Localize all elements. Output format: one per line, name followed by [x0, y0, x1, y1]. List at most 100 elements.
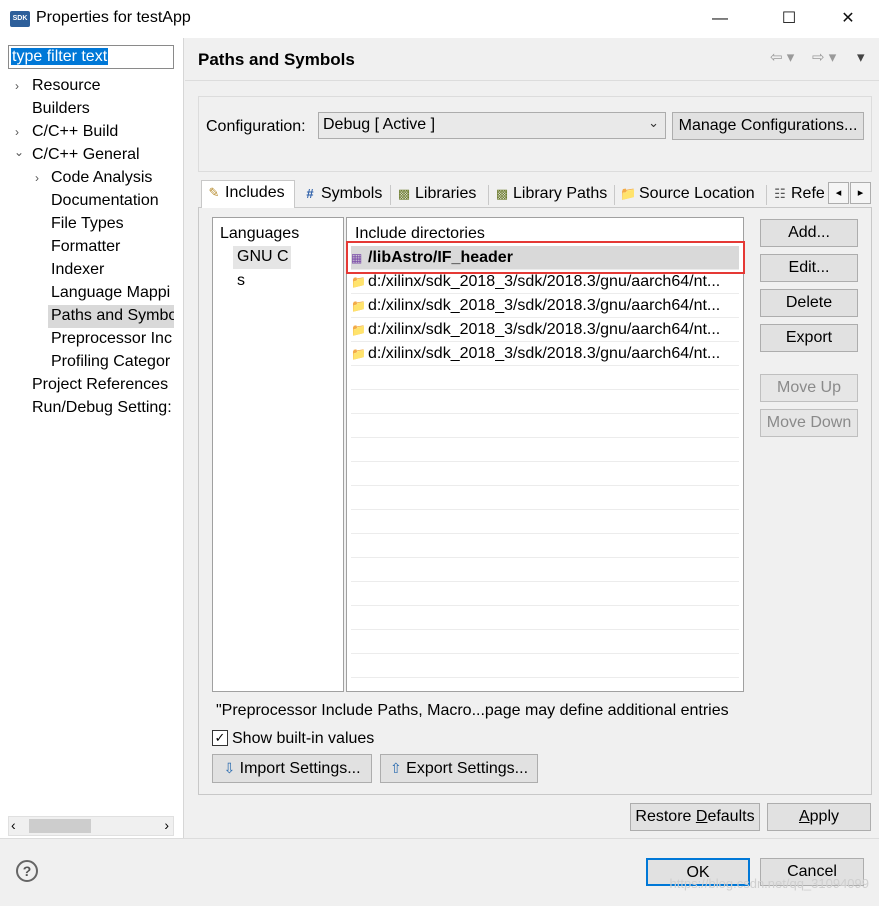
import-icon: ⇩ [223, 760, 236, 776]
tree-item-file-types[interactable]: File Types [51, 213, 124, 236]
tab-libraries[interactable]: ▩ Libraries [392, 182, 488, 207]
library-paths-icon: ▩ [495, 186, 509, 201]
tree-item-cpp-general[interactable]: C/C++ General [32, 144, 140, 167]
tree-item-profiling[interactable]: Profiling Categor [51, 351, 174, 374]
minimize-button[interactable]: — [697, 0, 743, 38]
tab-separator [614, 185, 615, 205]
tab-label: Libraries [415, 185, 477, 202]
delete-button[interactable]: Delete [760, 289, 858, 317]
includes-icon: ✎ [208, 185, 220, 200]
chevron-right-icon[interactable]: › [15, 75, 19, 97]
close-button[interactable]: ✕ [825, 0, 871, 38]
languages-list[interactable] [212, 217, 344, 692]
folder-icon: 📁 [351, 347, 366, 361]
import-settings-button[interactable]: ⇩ Import Settings... [212, 754, 372, 783]
tab-scroll-right-button[interactable]: ▸ [850, 182, 871, 204]
empty-row [351, 390, 739, 414]
move-up-button[interactable]: Move Up [760, 374, 858, 402]
tab-separator [390, 185, 391, 205]
apply-mnemonic: A [798, 808, 810, 825]
tree-item-resource[interactable]: Resource [32, 75, 100, 98]
language-item-gnu-c[interactable]: GNU C [233, 246, 291, 269]
scroll-left-icon[interactable]: ‹ [11, 817, 16, 834]
preprocessor-note: "Preprocessor Include Paths, Macro...pag… [216, 702, 729, 719]
language-item-s[interactable]: s [237, 272, 245, 290]
include-path: d:/xilinx/sdk_2018_3/sdk/2018.3/gnu/aarc… [368, 273, 721, 290]
empty-row [351, 486, 739, 510]
tab-label: Refe [791, 185, 825, 202]
tab-scroll-left-button[interactable]: ◂ [828, 182, 849, 204]
scroll-right-icon[interactable]: › [164, 817, 169, 834]
tab-label: Library Paths [513, 185, 608, 202]
tree-item-indexer[interactable]: Indexer [51, 259, 104, 282]
export-settings-button[interactable]: ⇧ Export Settings... [380, 754, 538, 783]
help-icon[interactable]: ? [16, 860, 38, 882]
include-row[interactable]: 📁 d:/xilinx/sdk_2018_3/sdk/2018.3/gnu/aar… [351, 342, 739, 366]
empty-row [351, 582, 739, 606]
chevron-down-icon[interactable]: ⌄ [14, 141, 24, 163]
nav-horizontal-scrollbar[interactable]: ‹ › [8, 816, 174, 836]
tab-library-paths[interactable]: ▩ Library Paths [490, 182, 614, 207]
tree-item-project-references[interactable]: Project References [32, 374, 174, 397]
chevron-right-icon[interactable]: › [35, 167, 39, 189]
tree-item-paths-and-symbols[interactable]: Paths and Symbo [48, 305, 174, 328]
tab-source-location[interactable]: 📁 Source Location [616, 182, 766, 207]
tree-item-code-analysis[interactable]: Code Analysis [51, 167, 152, 190]
move-down-button[interactable]: Move Down [760, 409, 858, 437]
restore-defaults-label-rest: efaults [707, 808, 755, 825]
empty-row [351, 606, 739, 630]
tab-label: Source Location [639, 185, 755, 202]
configuration-select[interactable]: Debug [ Active ] ⌄ [318, 112, 666, 139]
tab-label: Symbols [321, 185, 383, 202]
libraries-icon: ▩ [397, 186, 411, 201]
show-builtin-label: Show built-in values [232, 730, 375, 747]
tree-item-documentation[interactable]: Documentation [51, 190, 159, 213]
tree-item-formatter[interactable]: Formatter [51, 236, 120, 259]
header-divider [185, 80, 879, 81]
empty-row [351, 438, 739, 462]
restore-defaults-button[interactable]: Restore Defaults [630, 803, 760, 831]
empty-row [351, 654, 739, 678]
empty-row [351, 510, 739, 534]
show-builtin-checkbox[interactable]: ✓ [212, 730, 228, 746]
scrollbar-thumb[interactable] [29, 819, 91, 833]
include-path: d:/xilinx/sdk_2018_3/sdk/2018.3/gnu/aarc… [368, 345, 721, 362]
apply-button[interactable]: Apply [767, 803, 871, 831]
restore-defaults-mnemonic: D [695, 808, 708, 825]
include-directories-list[interactable]: Include directories ▦/libAstro/IF_header… [346, 217, 744, 692]
include-row[interactable]: 📁 d:/xilinx/sdk_2018_3/sdk/2018.3/gnu/aar… [351, 294, 739, 318]
watermark-text: https://blog.csdn.net/qq_31094099 [669, 876, 870, 891]
tree-item-builders[interactable]: Builders [32, 98, 90, 121]
annotation-highlight-box [346, 241, 745, 274]
empty-row [351, 630, 739, 654]
restore-defaults-label: Restore [635, 808, 696, 825]
manage-configurations-button[interactable]: Manage Configurations... [672, 112, 864, 140]
tab-symbols[interactable]: # Symbols [298, 182, 390, 207]
filter-text: type filter text [11, 48, 109, 65]
empty-row [351, 558, 739, 582]
tree-item-run-debug[interactable]: Run/Debug Setting: [32, 397, 174, 420]
view-menu-icon[interactable]: ▾ [857, 48, 865, 66]
chevron-right-icon[interactable]: › [15, 121, 19, 143]
filter-input[interactable]: type filter text [8, 45, 174, 69]
tab-references[interactable]: ☷ Refe [768, 182, 828, 207]
tab-includes[interactable]: ✎ Includes [201, 180, 295, 208]
forward-arrow-icon[interactable]: ⇨ ▾ [812, 48, 836, 66]
tab-label: Includes [225, 184, 285, 201]
tree-item-preprocessor[interactable]: Preprocessor Inc [51, 328, 174, 351]
empty-row [351, 534, 739, 558]
back-arrow-icon[interactable]: ⇦ ▾ [770, 48, 794, 66]
include-row[interactable]: 📁 d:/xilinx/sdk_2018_3/sdk/2018.3/gnu/aar… [351, 318, 739, 342]
export-button[interactable]: Export [760, 324, 858, 352]
hash-icon: # [306, 186, 314, 201]
languages-header: Languages [220, 225, 300, 242]
edit-button[interactable]: Edit... [760, 254, 858, 282]
add-button[interactable]: Add... [760, 219, 858, 247]
maximize-button[interactable]: ☐ [766, 0, 812, 38]
apply-label: pply [809, 808, 840, 825]
tree-item-cpp-build[interactable]: C/C++ Build [32, 121, 118, 144]
configuration-value: Debug [ Active ] [323, 116, 436, 133]
configuration-label: Configuration: [206, 118, 306, 135]
tree-item-language-mappings[interactable]: Language Mappi [51, 282, 174, 305]
import-settings-label: Import Settings... [239, 760, 361, 777]
